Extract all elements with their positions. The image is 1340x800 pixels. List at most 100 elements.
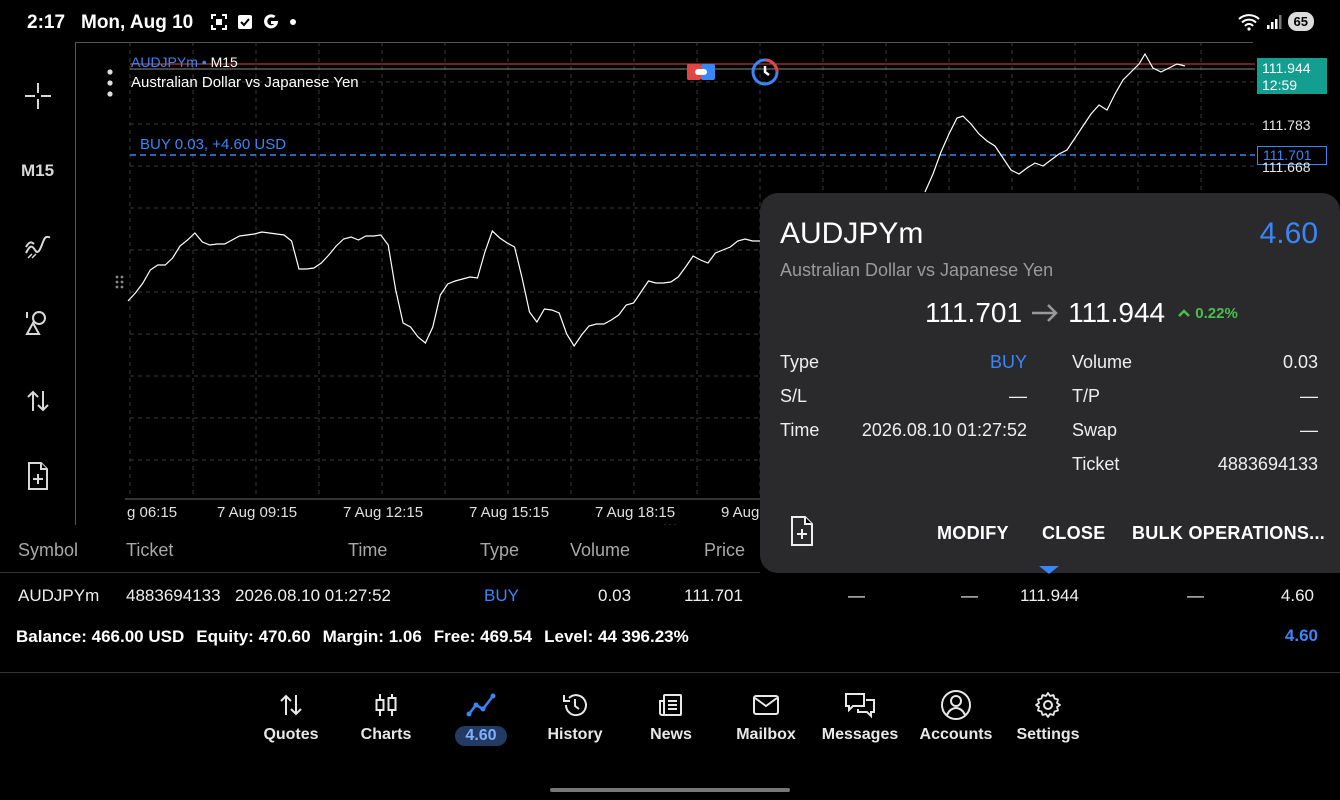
level-item: Level: 44 396.23%: [544, 627, 689, 647]
battery-indicator: 65: [1287, 12, 1314, 31]
row-type: BUY: [484, 586, 519, 605]
nav-accounts[interactable]: Accounts: [908, 688, 1004, 744]
price-series-line-right: [924, 52, 1186, 193]
header-ticket[interactable]: Ticket: [126, 540, 173, 561]
chevron-up-icon: [1178, 308, 1191, 317]
status-time: 2:17: [27, 12, 66, 33]
status-bar: 2:17 Mon, Aug 10 65: [0, 0, 1340, 46]
popup-price-change: 111.701 111.944 0.22%: [925, 297, 1238, 329]
equity-value: 470.60: [258, 627, 311, 646]
indicators-button[interactable]: [0, 221, 75, 271]
signal-icon: [1266, 14, 1282, 29]
sl-value: —: [1009, 386, 1027, 406]
nav-settings[interactable]: Settings: [1000, 688, 1096, 744]
table-row[interactable]: AUDJPYm 4883694133 2026.08.10 01:27:52 B…: [0, 574, 1340, 618]
chart-menu-icon[interactable]: [105, 68, 115, 98]
nav-accounts-label: Accounts: [919, 726, 993, 743]
type-value: BUY: [989, 352, 1027, 372]
change-value: 0.22%: [1195, 304, 1238, 322]
nav-news-label: News: [650, 726, 692, 743]
dot-icon: [290, 19, 296, 25]
row-swap: —: [1187, 586, 1204, 605]
one-click-trading-icon[interactable]: [687, 62, 715, 82]
nav-messages[interactable]: Messages: [812, 688, 908, 744]
trade-button[interactable]: [0, 376, 75, 426]
margin-value: 1.06: [388, 627, 422, 646]
add-document-icon[interactable]: [788, 515, 816, 547]
header-time[interactable]: Time: [348, 540, 387, 561]
new-order-button[interactable]: [0, 451, 75, 501]
ticket-value: 4883694133: [1217, 454, 1318, 474]
popup-pointer: [1039, 566, 1059, 574]
nav-history-label: History: [547, 726, 603, 743]
row-volume: 0.03: [598, 586, 632, 605]
row-current-price: 111.944: [1020, 586, 1079, 605]
time-axis-label: 7 Aug 09:15: [217, 504, 298, 521]
nav-history[interactable]: History: [527, 688, 623, 744]
bar-countdown: 12:59: [1262, 77, 1298, 93]
buy-position-label: BUY 0.03, +4.60 USD: [140, 136, 287, 153]
google-icon: [264, 14, 278, 29]
nav-mailbox[interactable]: Mailbox: [718, 688, 814, 744]
tp-label: T/P: [1072, 386, 1101, 406]
nav-quotes[interactable]: Quotes: [243, 688, 339, 744]
level-label: Level:: [544, 627, 594, 646]
up-down-arrows-icon: [280, 694, 302, 716]
header-price[interactable]: Price: [704, 540, 745, 561]
news-icon: [659, 694, 682, 716]
candlestick-icon: [375, 694, 397, 716]
crosshair-tool[interactable]: [0, 71, 75, 121]
total-profit: 4.60: [1284, 626, 1318, 645]
nav-news[interactable]: News: [623, 688, 719, 744]
volume-value: 0.03: [1282, 352, 1318, 372]
free-item: Free: 469.54: [434, 627, 532, 647]
timeframe-label: M15: [20, 161, 55, 180]
margin-item: Margin: 1.06: [323, 627, 422, 647]
current-price: 111.944: [1068, 297, 1166, 328]
chart-symbol: AUDJPYm: [131, 54, 198, 70]
vertical-drag-handle[interactable]: [115, 275, 124, 289]
time-axis-label: g 06:15: [127, 504, 178, 521]
messages-icon: [845, 693, 875, 719]
timeframe-button[interactable]: M15: [0, 146, 75, 196]
equity-item: Equity: 470.60: [196, 627, 310, 647]
bulk-operations-button[interactable]: BULK OPERATIONS...: [1132, 523, 1325, 544]
bottom-navigation: Quotes Charts 4.60 History News Mailbox …: [0, 680, 1340, 760]
ticket-label: Ticket: [1072, 454, 1120, 474]
checkbox-icon: [238, 15, 252, 29]
account-icon: [941, 690, 971, 720]
row-sl: —: [848, 586, 865, 605]
nav-trade-label: 4.60: [455, 726, 507, 746]
chart-timeframe: M15: [210, 54, 238, 70]
close-position-button[interactable]: CLOSE: [1042, 523, 1106, 544]
volume-label: Volume: [1072, 352, 1133, 372]
tp-value: —: [1300, 386, 1318, 406]
header-volume[interactable]: Volume: [570, 540, 630, 561]
nav-trade[interactable]: 4.60: [433, 688, 529, 746]
current-price: 111.944: [1262, 60, 1311, 76]
row-profit: 4.60: [1280, 586, 1314, 605]
time-axis-label: 9 Aug: [721, 504, 760, 521]
status-date: Mon, Aug 10: [81, 12, 194, 33]
objects-button[interactable]: [0, 298, 75, 348]
modify-button[interactable]: MODIFY: [937, 523, 1009, 544]
popup-profit: 4.60: [1259, 217, 1318, 250]
add-document-icon: [27, 462, 48, 490]
open-price: 111.701: [925, 297, 1023, 328]
clock-icon[interactable]: [751, 58, 779, 86]
balance-value: 466.00 USD: [91, 627, 185, 646]
free-value: 469.54: [480, 627, 533, 646]
up-down-arrows-icon: [26, 390, 49, 412]
chart-dot: •: [201, 54, 207, 70]
screenshot-icon: [211, 14, 227, 30]
time-axis-label: 7 Aug 15:15: [469, 504, 550, 521]
nav-charts-label: Charts: [360, 726, 412, 743]
price-scale-label: 111.668: [1262, 159, 1311, 175]
header-type[interactable]: Type: [480, 540, 519, 561]
price-series-line: [127, 229, 760, 348]
gear-icon: [1035, 692, 1061, 718]
nav-charts[interactable]: Charts: [338, 688, 434, 744]
home-indicator[interactable]: [550, 788, 790, 792]
header-symbol[interactable]: Symbol: [18, 540, 78, 561]
equity-label: Equity:: [196, 627, 254, 646]
